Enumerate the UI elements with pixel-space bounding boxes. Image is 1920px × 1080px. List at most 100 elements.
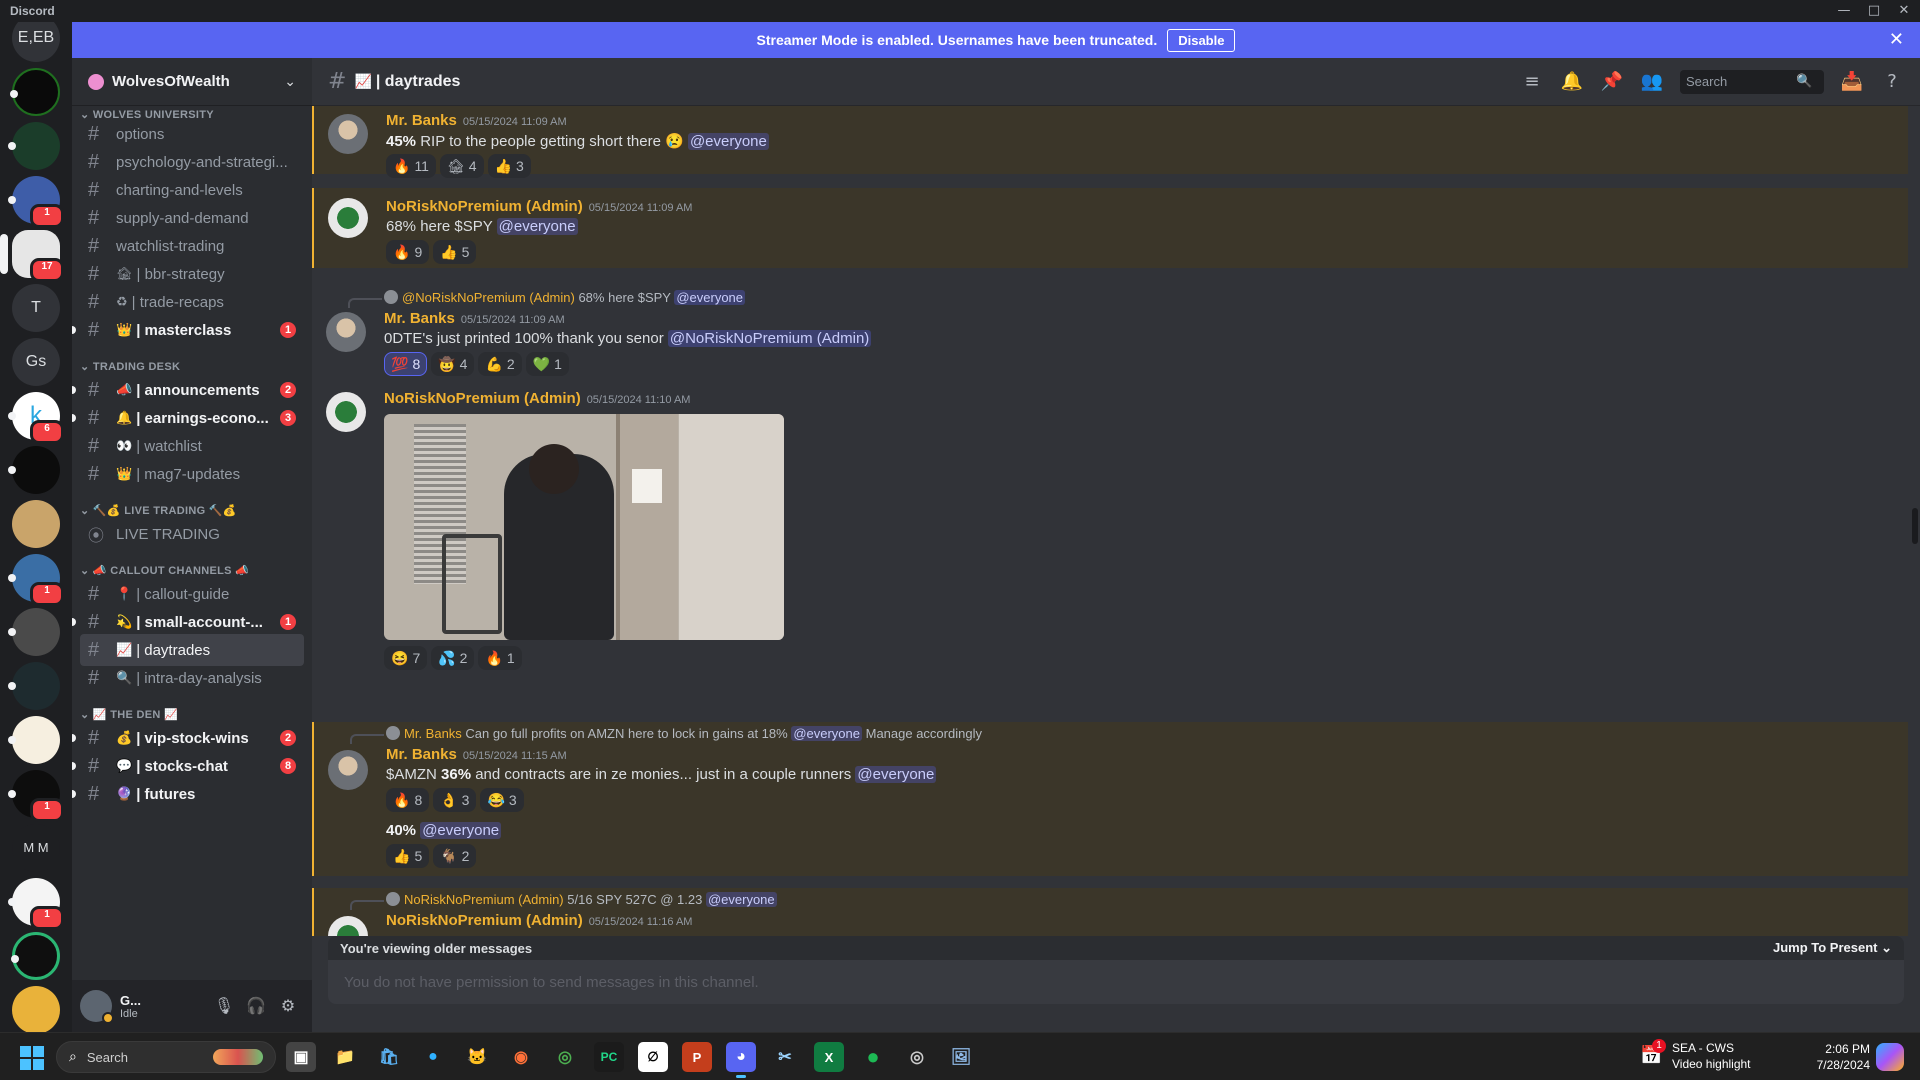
taskbar-search-input[interactable] bbox=[86, 1049, 207, 1065]
reaction[interactable]: 💦 2 bbox=[431, 646, 475, 670]
avatar[interactable] bbox=[328, 750, 368, 790]
firefox-icon[interactable]: ◉ bbox=[506, 1042, 536, 1072]
reply-preview[interactable]: @NoRiskNoPremium (Admin) 68% here $SPY @… bbox=[384, 290, 746, 305]
headphones-icon[interactable]: 🎧 bbox=[240, 990, 272, 1022]
mention[interactable]: @everyone bbox=[420, 822, 502, 839]
avatar[interactable] bbox=[80, 990, 114, 1024]
channel-item[interactable]: # 👑 | mag7-updates bbox=[80, 458, 304, 490]
server-icon[interactable] bbox=[8, 608, 60, 656]
server-icon[interactable]: k6 bbox=[8, 392, 64, 444]
message[interactable]: Mr. Banks Can go full profits on AMZN he… bbox=[312, 722, 1908, 876]
reaction[interactable]: 🐐 2 bbox=[433, 844, 477, 868]
server-icon-active[interactable]: 17 bbox=[0, 230, 64, 282]
edge-icon[interactable]: ● bbox=[418, 1042, 448, 1072]
user-info[interactable]: G... Idle bbox=[120, 993, 208, 1020]
server-icon[interactable] bbox=[8, 446, 60, 494]
excel-icon[interactable]: X bbox=[814, 1042, 844, 1072]
server-icon[interactable]: E,EB bbox=[12, 22, 60, 62]
image-attachment[interactable] bbox=[384, 414, 784, 640]
help-icon[interactable]: ? bbox=[1880, 70, 1904, 94]
copilot-icon[interactable] bbox=[1876, 1043, 1904, 1071]
task-view-icon[interactable]: ▣ bbox=[286, 1042, 316, 1072]
message-author[interactable]: NoRiskNoPremium (Admin) bbox=[386, 198, 583, 215]
close-icon[interactable]: ✕ bbox=[1889, 29, 1904, 50]
server-icon[interactable]: 1 bbox=[8, 878, 64, 930]
server-icon[interactable] bbox=[10, 68, 60, 116]
reply-preview[interactable]: NoRiskNoPremium (Admin) 5/16 SPY 527C @ … bbox=[386, 892, 777, 907]
server-icon[interactable]: 1 bbox=[8, 176, 64, 228]
mention[interactable]: @NoRiskNoPremium (Admin) bbox=[667, 330, 872, 347]
server-icon[interactable]: 1 bbox=[8, 554, 64, 606]
mention[interactable]: @everyone bbox=[687, 133, 769, 150]
reply-preview[interactable]: Mr. Banks Can go full profits on AMZN he… bbox=[386, 726, 982, 741]
reaction[interactable]: 😆 7 bbox=[384, 646, 428, 670]
reaction[interactable]: 💪 2 bbox=[478, 352, 522, 376]
server-icon[interactable] bbox=[8, 716, 60, 764]
reaction[interactable]: 👌 3 bbox=[433, 788, 477, 812]
chrome-icon[interactable]: ◎ bbox=[550, 1042, 580, 1072]
message-author[interactable]: NoRiskNoPremium (Admin) bbox=[384, 390, 581, 407]
disable-streamer-button[interactable]: Disable bbox=[1167, 28, 1236, 52]
server-icon[interactable]: Gs bbox=[12, 338, 60, 386]
reaction[interactable]: 👍 5 bbox=[386, 844, 430, 868]
message[interactable]: @NoRiskNoPremium (Admin) 68% here $SPY @… bbox=[312, 282, 1908, 376]
category-header[interactable]: ⌄ 📈 THE DEN 📈 bbox=[80, 708, 178, 721]
app-icon[interactable]: ∅ bbox=[638, 1042, 668, 1072]
message-author[interactable]: Mr. Banks bbox=[384, 310, 455, 327]
maximize-icon[interactable]: □ bbox=[1860, 0, 1888, 22]
reaction[interactable]: 🏚 4 bbox=[439, 154, 484, 178]
avatar[interactable] bbox=[328, 916, 368, 936]
members-icon[interactable]: 👥 bbox=[1640, 70, 1664, 94]
category-header[interactable]: ⌄ TRADING DESK bbox=[80, 360, 180, 373]
reaction[interactable]: 🤠 4 bbox=[431, 352, 475, 376]
reaction[interactable]: 🔥 11 bbox=[386, 154, 436, 178]
close-window-icon[interactable]: ✕ bbox=[1890, 0, 1918, 22]
server-icon[interactable] bbox=[8, 122, 60, 170]
reaction[interactable]: 💯 8 bbox=[384, 352, 428, 376]
mention[interactable]: @everyone bbox=[496, 218, 578, 235]
powerpoint-icon[interactable]: P bbox=[682, 1042, 712, 1072]
reaction[interactable]: 👍 5 bbox=[433, 240, 477, 264]
avatar[interactable] bbox=[328, 198, 368, 238]
obs-icon[interactable]: ◎ bbox=[902, 1042, 932, 1072]
reaction[interactable]: 😂 3 bbox=[480, 788, 524, 812]
search-input[interactable] bbox=[1686, 74, 1796, 89]
snipping-tool-icon[interactable]: ✂ bbox=[770, 1042, 800, 1072]
photos-icon[interactable]: 🖼 bbox=[946, 1042, 976, 1072]
server-icon[interactable] bbox=[12, 500, 60, 548]
store-icon[interactable]: 🛍 bbox=[374, 1042, 404, 1072]
scrollbar[interactable] bbox=[1912, 508, 1918, 544]
message-author[interactable]: NoRiskNoPremium (Admin) bbox=[386, 912, 583, 929]
avatar[interactable] bbox=[326, 392, 366, 432]
microphone-icon[interactable]: 🎙 bbox=[208, 990, 240, 1022]
reaction[interactable]: 💚 1 bbox=[525, 352, 569, 376]
clock[interactable]: 2:06 PM 7/28/2024 bbox=[1790, 1041, 1870, 1073]
server-icon[interactable] bbox=[12, 986, 60, 1032]
avatar[interactable] bbox=[328, 114, 368, 154]
app-icon[interactable]: 🐱 bbox=[462, 1042, 492, 1072]
server-icon[interactable] bbox=[8, 662, 60, 710]
pin-icon[interactable]: 📌 bbox=[1600, 70, 1624, 94]
mention[interactable]: @everyone bbox=[855, 766, 937, 783]
channel-item[interactable]: # 🔍 | intra-day-analysis bbox=[80, 662, 304, 694]
minimize-icon[interactable]: — bbox=[1830, 0, 1858, 22]
reaction[interactable]: 🔥 9 bbox=[386, 240, 430, 264]
message[interactable]: NoRiskNoPremium (Admin) 5/16 SPY 527C @ … bbox=[312, 888, 1908, 936]
bell-icon[interactable]: 🔔 bbox=[1560, 70, 1584, 94]
windows-start-icon[interactable] bbox=[20, 1046, 44, 1070]
discord-icon[interactable]: ◕ bbox=[726, 1042, 756, 1078]
pycharm-icon[interactable]: PC bbox=[594, 1042, 624, 1072]
stage-channel-item[interactable]: ⦿ LIVE TRADING bbox=[80, 518, 304, 550]
reaction[interactable]: 🔥 8 bbox=[386, 788, 430, 812]
channel-item-masterclass[interactable]: # 👑 | masterclass 1 bbox=[72, 314, 304, 346]
gear-icon[interactable]: ⚙ bbox=[272, 990, 304, 1022]
message[interactable]: NoRiskNoPremium (Admin) 05/15/2024 11:10 … bbox=[312, 382, 1908, 670]
avatar[interactable] bbox=[326, 312, 366, 352]
search-box[interactable]: 🔍 bbox=[1680, 69, 1824, 94]
server-header[interactable]: WolvesOfWealth ⌄ bbox=[72, 58, 312, 106]
file-explorer-icon[interactable]: 📁 bbox=[330, 1042, 360, 1072]
category-header[interactable]: ⌄ 🔨💰 LIVE TRADING 🔨💰 bbox=[80, 504, 237, 517]
taskbar-search[interactable]: ⌕ bbox=[56, 1041, 276, 1073]
jump-to-present-button[interactable]: Jump To Present ⌄ bbox=[1773, 940, 1892, 956]
server-icon[interactable]: M M bbox=[12, 824, 60, 872]
